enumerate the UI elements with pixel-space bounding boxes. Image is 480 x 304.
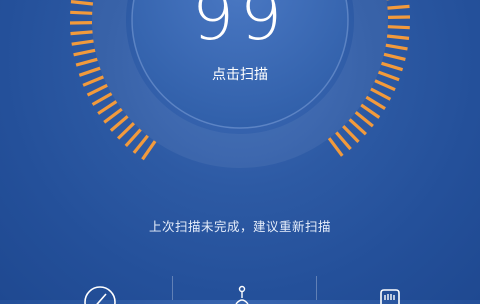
gauge-tick bbox=[143, 141, 156, 159]
gauge-tick bbox=[350, 119, 366, 134]
gauge-tick bbox=[329, 138, 342, 156]
gauge-tick bbox=[379, 72, 400, 80]
protect-tool-button[interactable] bbox=[370, 284, 410, 304]
gauge-tick bbox=[343, 126, 358, 142]
scan-status-message: 上次扫描未完成，建议重新扫描 bbox=[0, 216, 480, 235]
toolbar-divider bbox=[316, 276, 317, 300]
gauge-tick bbox=[88, 85, 108, 95]
gauge-tick bbox=[356, 112, 373, 126]
gauge-tick bbox=[336, 132, 350, 149]
gauge-tick bbox=[76, 59, 97, 65]
gauge-tick bbox=[93, 94, 112, 105]
gauge-tick bbox=[104, 109, 122, 122]
gauge-tick bbox=[79, 68, 100, 75]
gauge-tick bbox=[111, 116, 128, 130]
gauge-tick bbox=[98, 102, 116, 114]
bottom-toolbar bbox=[0, 276, 480, 300]
broom-icon bbox=[222, 284, 262, 304]
gauge-tick bbox=[384, 54, 405, 59]
gauge-tick bbox=[134, 136, 148, 153]
gauge-tick bbox=[371, 89, 391, 99]
scan-button[interactable]: 点击扫描 bbox=[182, 64, 298, 86]
hand-shield-icon bbox=[370, 284, 410, 304]
compass-icon bbox=[80, 284, 120, 304]
compass-tool-button[interactable] bbox=[80, 284, 120, 304]
score-value: 99 bbox=[0, 0, 480, 55]
clean-tool-button[interactable] bbox=[222, 284, 262, 304]
gauge-tick bbox=[118, 123, 134, 138]
gauge-tick bbox=[382, 63, 403, 69]
gauge-tick bbox=[366, 97, 385, 109]
gauge-tick bbox=[361, 105, 379, 118]
gauge-tick bbox=[83, 77, 103, 85]
toolbar-divider bbox=[172, 276, 173, 300]
gauge-tick bbox=[126, 130, 141, 146]
gauge-tick bbox=[375, 81, 395, 90]
